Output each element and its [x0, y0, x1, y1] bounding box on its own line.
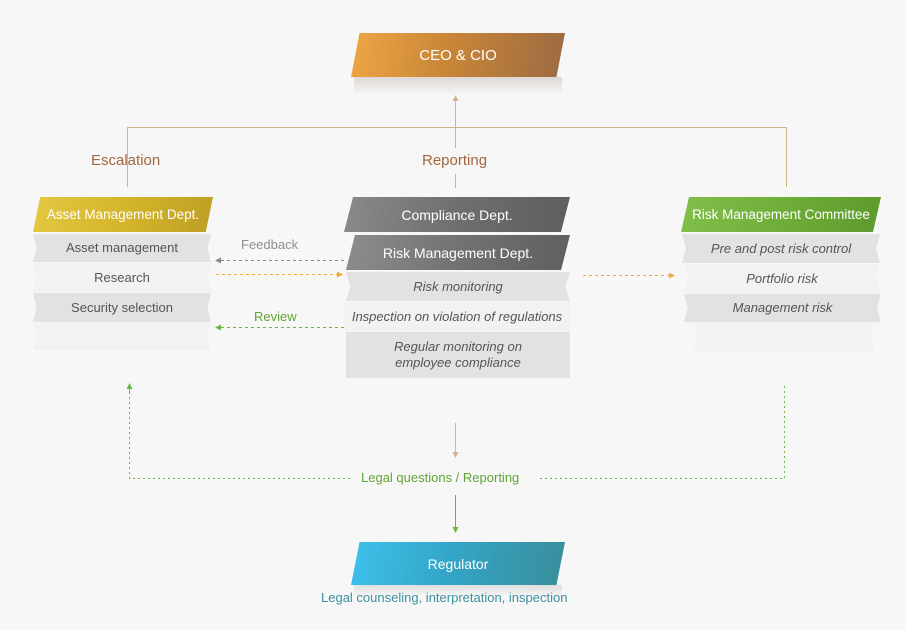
- ceo-box[interactable]: CEO & CIO: [351, 33, 565, 77]
- legal-bracket: [129, 383, 785, 479]
- asset-item-empty: [33, 323, 211, 350]
- regulator-box[interactable]: Regulator: [351, 542, 565, 585]
- escalation-bracket: [127, 95, 787, 188]
- asset-item-label: Security selection: [71, 299, 173, 315]
- reporting-label: Reporting: [422, 152, 488, 169]
- committee-item: Portfolio risk: [684, 264, 880, 293]
- feedback-label: Feedback: [241, 237, 299, 252]
- committee-item-empty: [694, 323, 874, 351]
- committee-item: Pre and post risk control: [682, 234, 880, 263]
- asset-dept-title: Asset Management Dept.: [46, 207, 200, 222]
- compliance-item-label: Inspection on violation of regulations: [351, 308, 563, 324]
- compliance-item: Risk monitoring: [346, 272, 570, 301]
- risk-management-dept-header[interactable]: Risk Management Dept.: [346, 235, 570, 270]
- risk-committee-title: Risk Management Committee: [692, 207, 870, 222]
- compliance-item: Regular monitoring on employee complianc…: [346, 332, 570, 378]
- risk-management-dept-title: Risk Management Dept.: [382, 244, 534, 261]
- regulator-label: Regulator: [427, 555, 489, 572]
- regulator-shadow: [354, 585, 562, 597]
- compliance-item-label: Regular monitoring on employee complianc…: [394, 339, 522, 370]
- compliance-item: Inspection on violation of regulations: [344, 302, 570, 331]
- legal-reporting-label: Legal questions / Reporting: [361, 470, 520, 485]
- asset-item: Asset management: [33, 234, 211, 262]
- ceo-label: CEO & CIO: [419, 46, 497, 64]
- asset-dept-header[interactable]: Asset Management Dept.: [33, 197, 213, 232]
- committee-item-label: Pre and post risk control: [710, 240, 852, 256]
- escalation-label: Escalation: [91, 152, 161, 169]
- asset-item: Research: [33, 263, 211, 292]
- committee-item-label: Portfolio risk: [746, 270, 818, 286]
- compliance-dept-header[interactable]: Compliance Dept.: [344, 197, 570, 232]
- asset-item-label: Research: [94, 269, 150, 285]
- committee-item-label: Management risk: [732, 300, 833, 315]
- asset-item: Security selection: [33, 293, 211, 322]
- ceo-shadow: [354, 77, 562, 95]
- risk-committee-header[interactable]: Risk Management Committee: [681, 197, 881, 232]
- asset-item-label: Asset management: [65, 240, 178, 255]
- compliance-item-label: Risk monitoring: [413, 278, 503, 294]
- compliance-dept-title: Compliance Dept.: [401, 206, 513, 223]
- committee-item: Management risk: [684, 294, 881, 322]
- review-label: Review: [254, 309, 297, 324]
